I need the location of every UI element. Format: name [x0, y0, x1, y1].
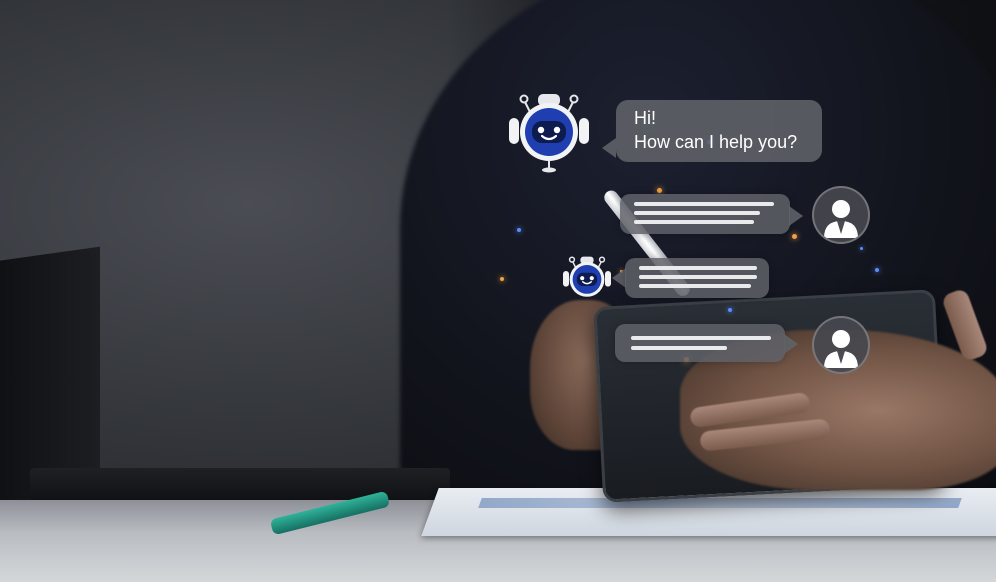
- robot-headset-icon: [509, 94, 589, 173]
- message-line-placeholder: [634, 202, 774, 206]
- bubble-tail: [784, 334, 798, 354]
- glow-particle: [728, 308, 732, 312]
- bot-message-bubble: [625, 258, 769, 298]
- message-line-placeholder: [639, 275, 757, 279]
- glow-particle: [875, 268, 879, 272]
- glow-particle: [517, 228, 521, 232]
- message-line-placeholder: [631, 336, 771, 340]
- message-line-placeholder: [639, 284, 751, 288]
- bubble-tail: [789, 206, 803, 226]
- papers-chart-strip: [478, 498, 962, 508]
- glow-particle: [860, 247, 863, 250]
- user-message-bubble: [615, 324, 785, 362]
- message-line-placeholder: [634, 220, 754, 224]
- person-suit-icon: [812, 186, 870, 244]
- glow-particle: [657, 188, 662, 193]
- glow-particle: [792, 234, 797, 239]
- robot-headset-icon: [563, 256, 611, 297]
- bot-message-bubble: Hi! How can I help you?: [616, 100, 822, 162]
- bot-greeting-line1: Hi!: [634, 108, 656, 128]
- message-line-placeholder: [639, 266, 757, 270]
- person-suit-icon: [812, 316, 870, 374]
- glow-particle: [500, 277, 504, 281]
- message-line-placeholder: [634, 211, 760, 215]
- photo-scene: Hi! How can I help you?: [0, 0, 996, 582]
- message-line-placeholder: [631, 346, 727, 350]
- bubble-tail: [612, 268, 626, 288]
- bot-greeting-line2: How can I help you?: [634, 132, 798, 152]
- user-message-bubble: [620, 194, 790, 234]
- bubble-tail: [602, 138, 616, 158]
